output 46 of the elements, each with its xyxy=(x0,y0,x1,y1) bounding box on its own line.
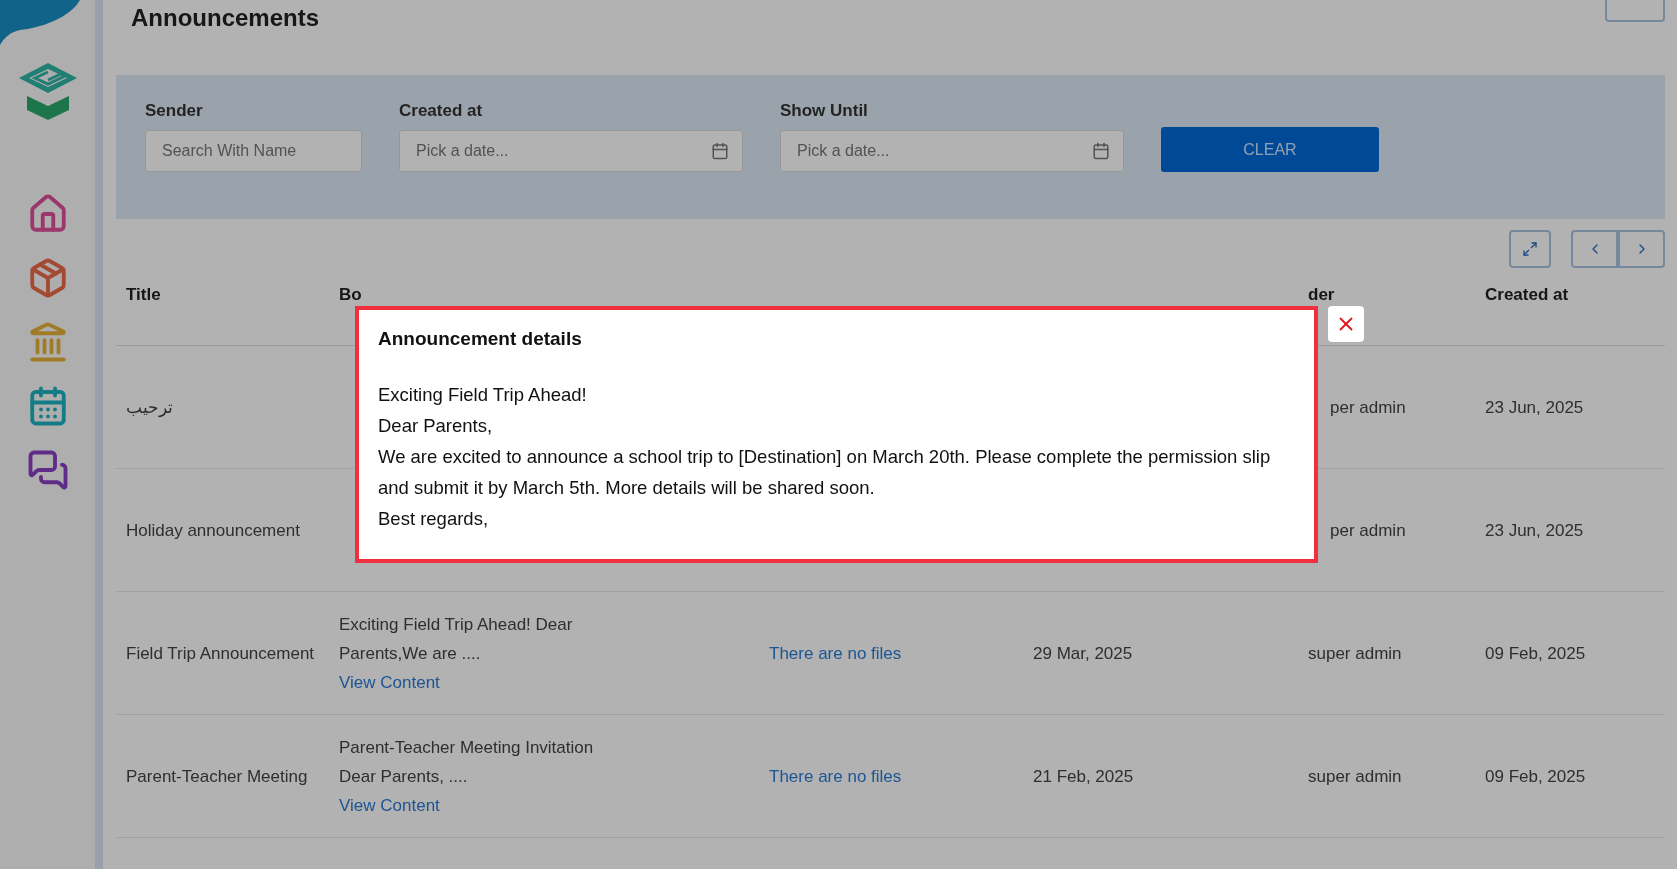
page-title: Announcements xyxy=(131,4,319,33)
calendar-icon xyxy=(711,142,729,160)
expand-button[interactable] xyxy=(1509,230,1551,268)
title-cell-text: Parent-Teacher Meeting xyxy=(125,765,309,788)
files-link[interactable]: There are no files xyxy=(769,643,902,663)
field-label: Created at xyxy=(399,101,484,121)
sender-cell-text: super admin xyxy=(1307,765,1403,788)
date-cell-text: 23 Jun, 2025 xyxy=(1484,519,1585,542)
view-content-link[interactable]: View Content xyxy=(339,667,749,697)
sender-cell-text: super admin xyxy=(1307,642,1403,665)
column-header: Bo xyxy=(338,285,363,305)
field-label: Show Until xyxy=(780,101,869,121)
view-content-link[interactable]: View Content xyxy=(339,790,749,820)
previous-button[interactable] xyxy=(1571,230,1618,268)
chat-icon xyxy=(26,449,69,491)
sender-cell-text: per admin xyxy=(1329,396,1407,419)
column-header: Created at xyxy=(1484,285,1570,305)
dialog-text: Best regards, xyxy=(378,507,490,531)
title-cell-text: Holiday announcement xyxy=(125,519,301,542)
dialog-text: Exciting Field Trip Ahead! xyxy=(378,383,588,407)
dialog-text: We are excited to announce a school trip to [Destination] on March 20th. Please complete the permission slip and submit it by March 5th. More details will be shared soon. xyxy=(378,445,1272,500)
files-link[interactable]: There are no files xyxy=(769,766,902,786)
field-label: Sender xyxy=(145,101,204,121)
sender-cell-text: per admin xyxy=(1329,519,1407,542)
title-cell-text: ترحيب xyxy=(125,396,174,419)
search-field[interactable]: Search With Name xyxy=(145,130,362,172)
expand-icon xyxy=(1522,241,1538,257)
calendar-icon xyxy=(1092,142,1110,160)
dialog-title: Announcement details xyxy=(378,328,583,350)
body-cell-text: Exciting Field Trip Ahead! Dear Parents,We are .... xyxy=(339,613,574,665)
title-cell-text: Field Trip Announcement xyxy=(125,642,316,665)
clear-button[interactable]: CLEAR xyxy=(1161,127,1379,172)
date-cell-text: 29 Mar, 2025 xyxy=(1032,642,1134,665)
column-header: der xyxy=(1307,285,1336,305)
next-button[interactable] xyxy=(1618,230,1665,268)
date-field[interactable]: Pick a date... xyxy=(780,130,1124,172)
date-cell-text: 21 Feb, 2025 xyxy=(1032,765,1135,788)
sidebar-item[interactable] xyxy=(26,449,69,491)
column-header: Title xyxy=(125,285,162,305)
date-cell-text: 09 Feb, 2025 xyxy=(1484,765,1587,788)
dialog-text: Dear Parents, xyxy=(378,414,494,438)
date-cell-text: 09 Feb, 2025 xyxy=(1484,642,1587,665)
body-cell-text: Parent-Teacher Meeting Invitation Dear Parents, .... xyxy=(339,736,595,788)
date-field[interactable]: Pick a date... xyxy=(399,130,743,172)
date-cell-text: 23 Jun, 2025 xyxy=(1484,396,1585,419)
close-button[interactable] xyxy=(1328,306,1364,342)
